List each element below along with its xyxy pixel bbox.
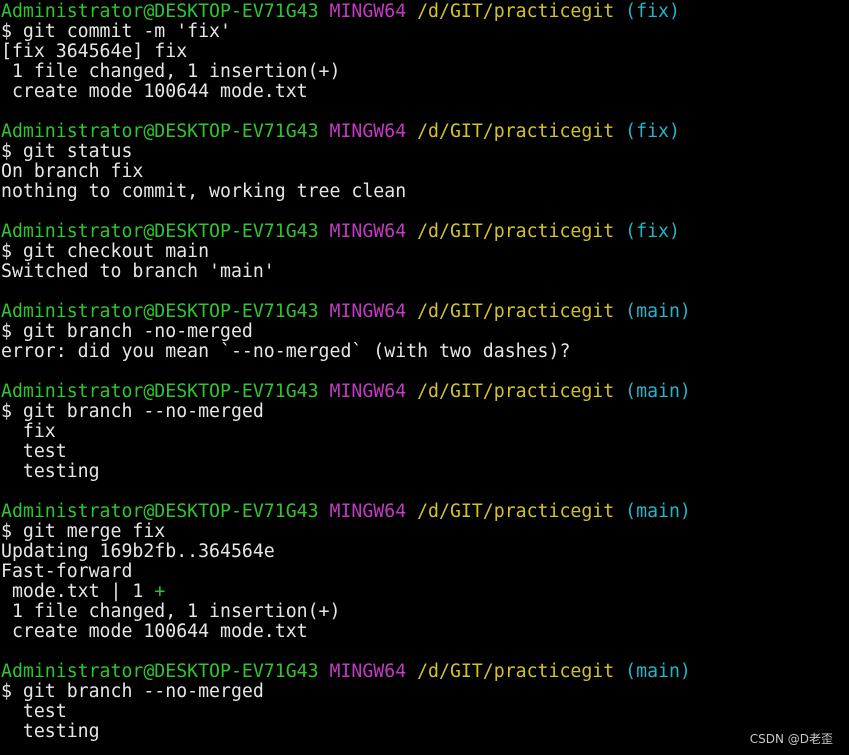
diffstat-line: mode.txt | 1 + [1,582,847,602]
command-line: $ git branch --no-merged [1,402,847,422]
command-line: $ git branch -no-merged [1,322,847,342]
output-line: Fast-forward [1,562,847,582]
output-line: Switched to branch 'main' [1,262,847,282]
output-text: error: did you mean `--no-merged` (with … [1,342,571,362]
prompt-path: /d/GIT/practicegit [417,122,615,142]
prompt-branch: (fix) [625,122,680,142]
output-text: [fix 364564e] fix [1,42,188,62]
prompt-line: Administrator@DESKTOP-EV71G43 MINGW64 /d… [1,302,847,322]
output-line: On branch fix [1,162,847,182]
output-text: fix [1,422,56,442]
output-line: fix [1,422,847,442]
output-line: 1 file changed, 1 insertion(+) [1,62,847,82]
output-text: Fast-forward [1,562,133,582]
prompt-path: /d/GIT/practicegit [417,2,615,22]
prompt-branch: (fix) [625,222,680,242]
output-text: testing [1,462,100,482]
prompt-line: Administrator@DESKTOP-EV71G43 MINGW64 /d… [1,222,847,242]
prompt-line: Administrator@DESKTOP-EV71G43 MINGW64 /d… [1,502,847,522]
output-text: 1 file changed, 1 insertion(+) [1,602,341,622]
command-text: $ git branch -no-merged [1,322,253,342]
output-line: [fix 364564e] fix [1,42,847,62]
prompt-line: Administrator@DESKTOP-EV71G43 MINGW64 /d… [1,382,847,402]
watermark: CSDN @D老歪 [749,732,833,746]
output-line: testing [1,462,847,482]
command-text: $ git commit -m 'fix' [1,22,231,42]
prompt-branch: (main) [625,662,691,682]
prompt-path: /d/GIT/practicegit [417,382,615,402]
prompt-user-host: Administrator@DESKTOP-EV71G43 [1,122,319,142]
prompt-msystem: MINGW64 [329,302,407,322]
command-text: $ git branch --no-merged [1,402,264,422]
prompt-user-host: Administrator@DESKTOP-EV71G43 [1,382,319,402]
output-line: test [1,442,847,462]
command-text: $ git status [1,142,133,162]
prompt-line: Administrator@DESKTOP-EV71G43 MINGW64 /d… [1,2,847,22]
command-line: $ git checkout main [1,242,847,262]
command-text: $ git checkout main [1,242,210,262]
command-line: $ git branch --no-merged [1,682,847,702]
output-text: Switched to branch 'main' [1,262,275,282]
command-line: $ git commit -m 'fix' [1,22,847,42]
output-text: testing [1,722,100,742]
output-text: test [1,442,67,462]
prompt-branch: (fix) [625,2,680,22]
prompt-branch: (main) [625,382,691,402]
prompt-user-host: Administrator@DESKTOP-EV71G43 [1,662,319,682]
output-line: testing [1,722,847,742]
output-text: On branch fix [1,162,144,182]
prompt-msystem: MINGW64 [329,222,407,242]
output-text: test [1,702,67,722]
prompt-path: /d/GIT/practicegit [417,302,615,322]
prompt-msystem: MINGW64 [329,662,407,682]
terminal-window[interactable]: Administrator@DESKTOP-EV71G43 MINGW64 /d… [1,2,847,742]
prompt-msystem: MINGW64 [329,2,407,22]
prompt-path: /d/GIT/practicegit [417,502,615,522]
output-text: create mode 100644 mode.txt [1,622,308,642]
prompt-path: /d/GIT/practicegit [417,662,615,682]
output-line: test [1,702,847,722]
prompt-msystem: MINGW64 [329,502,407,522]
output-line: 1 file changed, 1 insertion(+) [1,602,847,622]
prompt-msystem: MINGW64 [329,122,407,142]
prompt-branch: (main) [625,502,691,522]
output-line: create mode 100644 mode.txt [1,622,847,642]
output-text: nothing to commit, working tree clean [1,182,407,202]
prompt-user-host: Administrator@DESKTOP-EV71G43 [1,502,319,522]
output-line: create mode 100644 mode.txt [1,82,847,102]
output-line: nothing to commit, working tree clean [1,182,847,202]
command-line: $ git merge fix [1,522,847,542]
prompt-line: Administrator@DESKTOP-EV71G43 MINGW64 /d… [1,122,847,142]
prompt-line: Administrator@DESKTOP-EV71G43 MINGW64 /d… [1,662,847,682]
prompt-branch: (main) [625,302,691,322]
command-text: $ git merge fix [1,522,166,542]
output-text: Updating 169b2fb..364564e [1,542,275,562]
diffstat-plus: + [154,582,166,602]
output-text: create mode 100644 mode.txt [1,82,308,102]
command-text: $ git branch --no-merged [1,682,264,702]
output-text: 1 file changed, 1 insertion(+) [1,62,341,82]
diffstat-text: mode.txt | 1 [1,582,155,602]
command-line: $ git status [1,142,847,162]
prompt-user-host: Administrator@DESKTOP-EV71G43 [1,2,319,22]
output-line: error: did you mean `--no-merged` (with … [1,342,847,362]
prompt-msystem: MINGW64 [329,382,407,402]
prompt-path: /d/GIT/practicegit [417,222,615,242]
prompt-user-host: Administrator@DESKTOP-EV71G43 [1,302,319,322]
prompt-user-host: Administrator@DESKTOP-EV71G43 [1,222,319,242]
output-line: Updating 169b2fb..364564e [1,542,847,562]
